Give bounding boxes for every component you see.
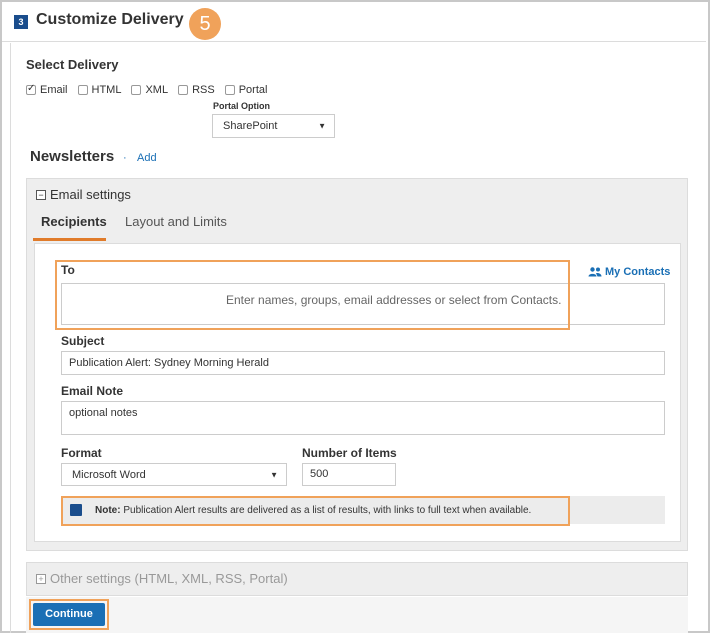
to-highlight-box	[55, 260, 570, 330]
add-newsletter-link[interactable]: Add	[137, 152, 157, 164]
checkbox-rss[interactable]	[178, 85, 189, 95]
portal-option-value: SharePoint	[223, 120, 278, 132]
dropdown-arrow-icon: ▼	[318, 121, 326, 131]
portal-option-label: Portal Option	[213, 101, 270, 111]
email-note-label: Email Note	[61, 384, 124, 398]
delivery-option-label: XML	[145, 84, 169, 96]
delivery-options: Email HTML XML RSS Portal	[26, 83, 277, 96]
email-settings-title[interactable]: Email settings	[50, 187, 131, 202]
checkbox-email[interactable]	[26, 83, 36, 95]
dropdown-arrow-icon: ▼	[270, 470, 278, 479]
page-title: Customize Delivery	[36, 11, 184, 28]
page-header: 3 Customize Delivery 5	[2, 2, 706, 42]
tab-layout-and-limits[interactable]: Layout and Limits	[125, 214, 227, 229]
checkbox-portal[interactable]	[224, 85, 235, 95]
portal-option-select[interactable]: SharePoint ▼	[212, 114, 335, 138]
delivery-option-label: RSS	[192, 84, 215, 96]
separator-dot: ·	[123, 152, 127, 164]
delivery-option-label: HTML	[91, 84, 122, 96]
format-label: Format	[61, 446, 102, 460]
newsletters-title: Newsletters	[30, 148, 115, 165]
subject-label: Subject	[61, 334, 105, 348]
footer-bar	[26, 597, 688, 633]
delivery-option-xml[interactable]: XML	[131, 84, 168, 96]
number-of-items-label: Number of Items	[302, 446, 397, 460]
other-settings-title[interactable]: Other settings (HTML, XML, RSS, Portal)	[50, 571, 288, 586]
my-contacts-label: My Contacts	[605, 266, 671, 278]
callout-marker: 5	[189, 8, 221, 40]
checkbox-html[interactable]	[77, 85, 88, 95]
delivery-option-email[interactable]: Email	[26, 83, 68, 96]
expand-icon[interactable]: +	[36, 574, 46, 584]
delivery-option-portal[interactable]: Portal	[224, 84, 268, 96]
delivery-option-rss[interactable]: RSS	[178, 84, 215, 96]
checkbox-xml[interactable]	[131, 85, 142, 95]
tab-recipients[interactable]: Recipients	[41, 214, 107, 229]
delivery-option-label: Email	[40, 84, 68, 96]
format-select[interactable]: Microsoft Word ▼	[61, 463, 287, 486]
select-delivery-title: Select Delivery	[26, 57, 119, 72]
note-highlight-box	[61, 496, 570, 526]
contacts-icon	[588, 267, 602, 277]
subject-input[interactable]: Publication Alert: Sydney Morning Herald	[61, 351, 665, 375]
continue-highlight-box	[29, 599, 109, 630]
email-note-input[interactable]: optional notes	[61, 401, 665, 435]
my-contacts-link[interactable]: My Contacts	[588, 266, 670, 278]
step-badge: 3	[14, 15, 28, 29]
delivery-option-html[interactable]: HTML	[77, 84, 122, 96]
format-value: Microsoft Word	[72, 468, 146, 481]
number-of-items-input[interactable]: 500	[302, 463, 396, 486]
delivery-option-label: Portal	[238, 84, 268, 96]
collapse-icon[interactable]: −	[36, 190, 46, 200]
active-tab-indicator	[33, 238, 106, 241]
